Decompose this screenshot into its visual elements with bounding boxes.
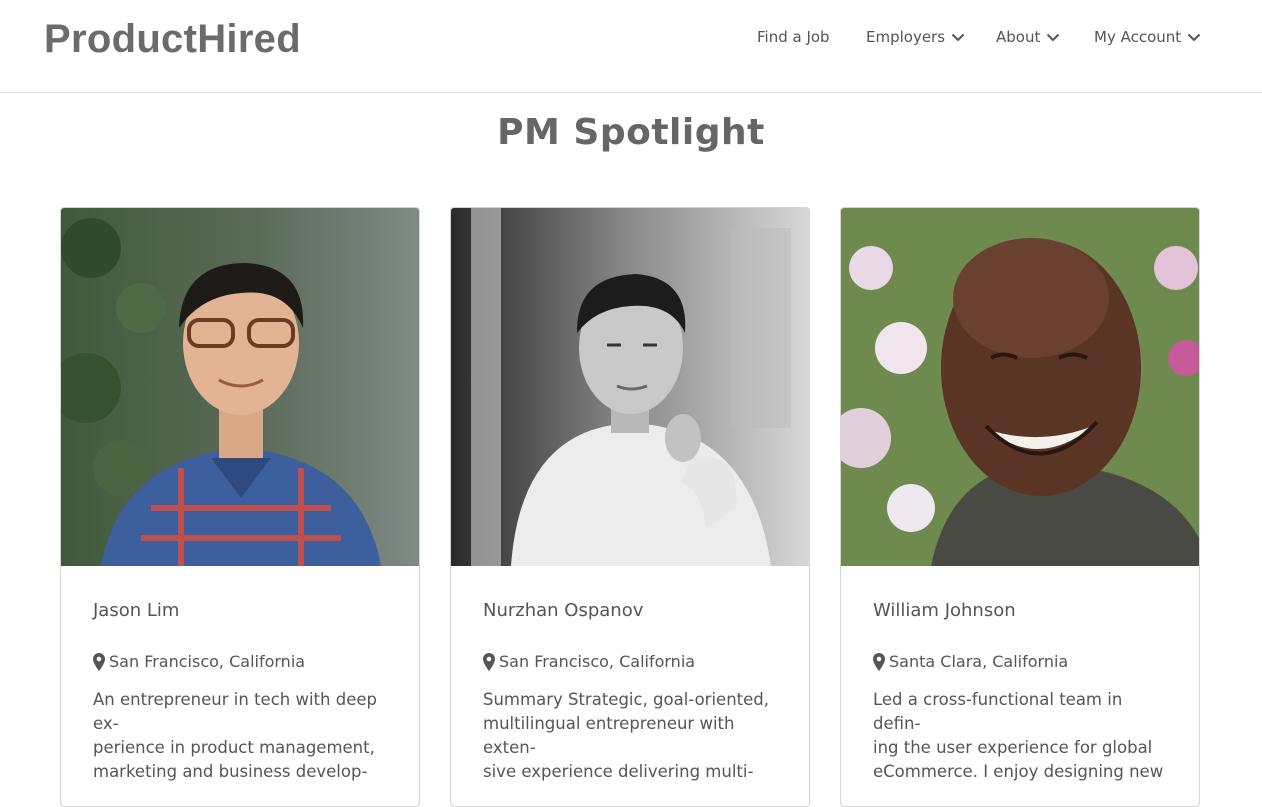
spotlight-card[interactable]: Nurzhan Ospanov San Francisco, Californi… (450, 207, 810, 807)
chevron-down-icon (951, 33, 965, 41)
person-summary: Led a cross-functional team in defin- in… (873, 688, 1173, 784)
location: San Francisco, California (483, 652, 695, 671)
profile-photo[interactable] (61, 208, 419, 566)
main-nav: Find a Job Employers About My Account (0, 28, 1262, 48)
nav-my-account-label: My Account (1094, 28, 1182, 46)
nav-employers-label: Employers (866, 28, 946, 46)
location-text: Santa Clara, California (889, 652, 1069, 671)
nav-find-a-job-label: Find a Job (757, 28, 830, 46)
summary-line: perience in product management, (93, 738, 375, 757)
profile-photo[interactable] (841, 208, 1199, 566)
summary-line: Led a cross-functional team in defin- (873, 690, 1123, 733)
top-navbar: ProductHired Find a Job Employers About … (0, 0, 1262, 93)
page-title: PM Spotlight (497, 112, 765, 153)
chevron-down-icon (1047, 33, 1060, 41)
location: Santa Clara, California (873, 652, 1068, 671)
chevron-down-icon (1187, 33, 1201, 41)
person-summary: Summary Strategic, goal-oriented, multil… (483, 688, 783, 784)
map-marker-icon (483, 652, 495, 671)
nav-about[interactable]: About (996, 28, 1060, 46)
location-text: San Francisco, California (499, 652, 696, 671)
summary-line: sive experience delivering multi- (483, 762, 754, 781)
nav-my-account[interactable]: My Account (1094, 28, 1201, 46)
nav-about-label: About (996, 28, 1041, 46)
summary-line: multilingual entrepreneur with exten- (483, 714, 735, 757)
person-name[interactable]: William Johnson (873, 600, 1016, 621)
nav-find-a-job[interactable]: Find a Job (757, 28, 830, 46)
location-text: San Francisco, California (109, 652, 306, 671)
person-name[interactable]: Nurzhan Ospanov (483, 600, 643, 621)
map-marker-icon (93, 652, 105, 671)
summary-line: eCommerce. I enjoy designing new (873, 762, 1164, 781)
nav-employers[interactable]: Employers (866, 28, 965, 46)
location: San Francisco, California (93, 652, 305, 671)
summary-line: ing the user experience for global (873, 738, 1153, 757)
summary-line: marketing and business develop- (93, 762, 368, 781)
summary-line: Summary Strategic, goal-oriented, (483, 690, 769, 709)
map-marker-icon (873, 652, 885, 671)
summary-line: An entrepreneur in tech with deep ex- (93, 690, 377, 733)
person-summary: An entrepreneur in tech with deep ex- pe… (93, 688, 393, 784)
spotlight-card[interactable]: Jason Lim San Francisco, California An e… (60, 207, 420, 807)
person-name[interactable]: Jason Lim (93, 600, 179, 621)
profile-photo[interactable] (451, 208, 809, 566)
spotlight-card[interactable]: William Johnson Santa Clara, California … (840, 207, 1200, 807)
